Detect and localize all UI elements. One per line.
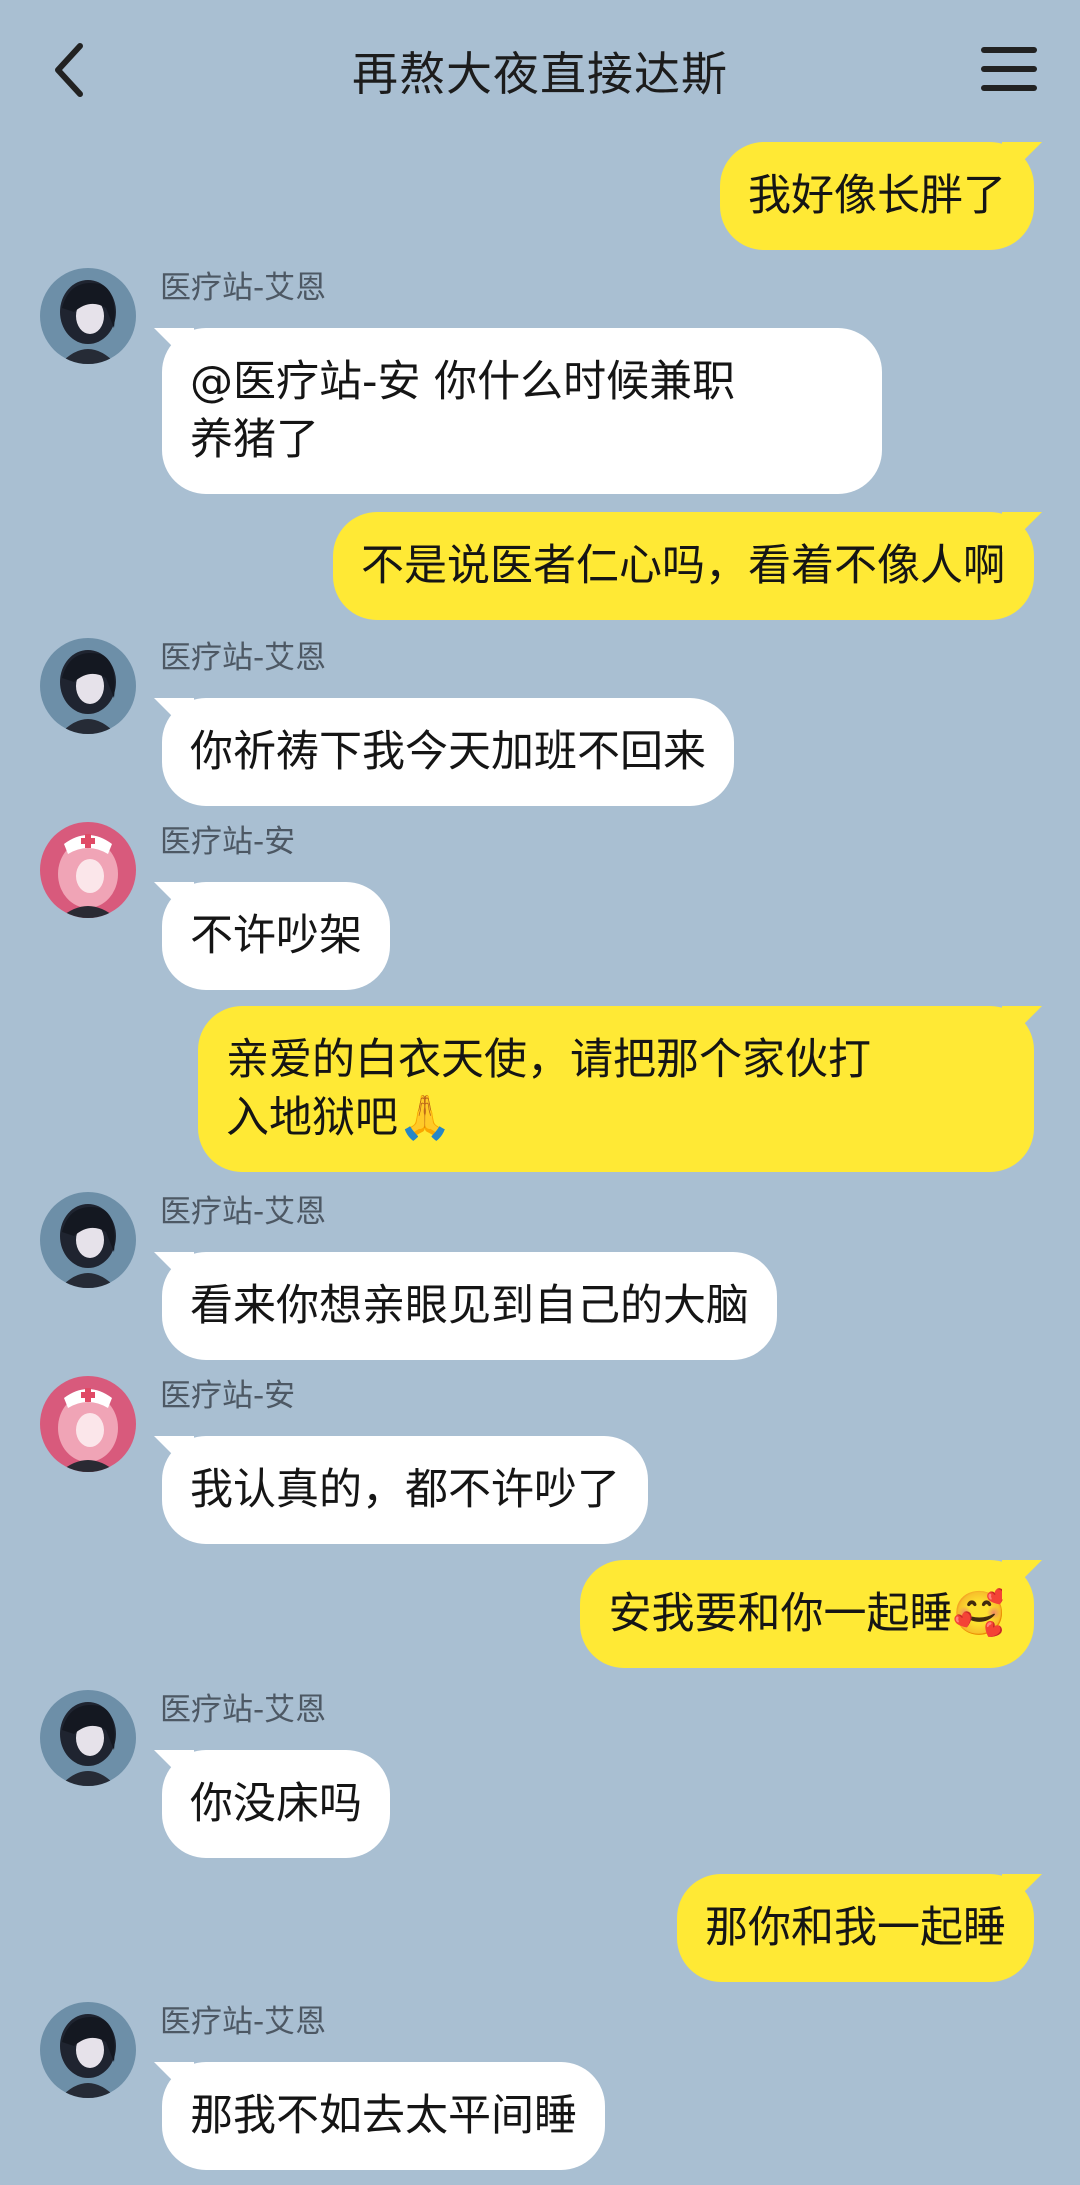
sender-name: 医疗站-安 xyxy=(160,1378,296,1414)
sender-name: 医疗站-安 xyxy=(160,824,296,860)
avatar[interactable] xyxy=(40,1192,136,1288)
message-bubble[interactable]: 看来你想亲眼见到自己的大脑 xyxy=(162,1252,777,1360)
dark-hair-avatar-icon xyxy=(40,638,136,734)
avatar[interactable] xyxy=(40,1690,136,1786)
message-bubble[interactable]: 安我要和你一起睡🥰 xyxy=(580,1560,1034,1668)
menu-button[interactable] xyxy=(978,38,1040,100)
dark-hair-avatar-icon xyxy=(40,268,136,364)
message-bubble[interactable]: 那你和我一起睡 xyxy=(677,1874,1034,1982)
message-bubble[interactable]: 不许吵架 xyxy=(162,882,390,990)
dark-hair-avatar-icon xyxy=(40,2002,136,2098)
avatar[interactable] xyxy=(40,1376,136,1472)
message-bubble[interactable]: @医疗站-安 你什么时候兼职 养猪了 xyxy=(162,328,882,494)
sender-name: 医疗站-艾恩 xyxy=(160,1692,327,1728)
message-bubble[interactable]: 不是说医者仁心吗，看着不像人啊 xyxy=(333,512,1034,620)
sender-name: 医疗站-艾恩 xyxy=(160,270,327,306)
sender-name: 医疗站-艾恩 xyxy=(160,2004,327,2040)
message-bubble[interactable]: 那我不如去太平间睡 xyxy=(162,2062,605,2170)
avatar[interactable] xyxy=(40,268,136,364)
pink-nurse-avatar-icon xyxy=(40,1376,136,1472)
avatar[interactable] xyxy=(40,822,136,918)
message-bubble[interactable]: 你祈祷下我今天加班不回来 xyxy=(162,698,734,806)
message-bubble[interactable]: 亲爱的白衣天使，请把那个家伙打 入地狱吧🙏 xyxy=(198,1006,1034,1172)
message-bubble[interactable]: 你没床吗 xyxy=(162,1750,390,1858)
chat-screen: 再熬大夜直接达斯 我好像长胖了 医疗站-艾恩 @医疗站-安 你什么时候兼职 养猪… xyxy=(0,0,1080,2185)
avatar[interactable] xyxy=(40,638,136,734)
chat-title: 再熬大夜直接达斯 xyxy=(352,47,728,101)
avatar[interactable] xyxy=(40,2002,136,2098)
dark-hair-avatar-icon xyxy=(40,1690,136,1786)
chat-header: 再熬大夜直接达斯 xyxy=(0,0,1080,140)
message-bubble[interactable]: 我好像长胖了 xyxy=(720,142,1034,250)
hamburger-menu-icon xyxy=(981,47,1037,91)
message-bubble[interactable]: 我认真的，都不许吵了 xyxy=(162,1436,648,1544)
pink-nurse-avatar-icon xyxy=(40,822,136,918)
sender-name: 医疗站-艾恩 xyxy=(160,640,327,676)
dark-hair-avatar-icon xyxy=(40,1192,136,1288)
sender-name: 医疗站-艾恩 xyxy=(160,1194,327,1230)
